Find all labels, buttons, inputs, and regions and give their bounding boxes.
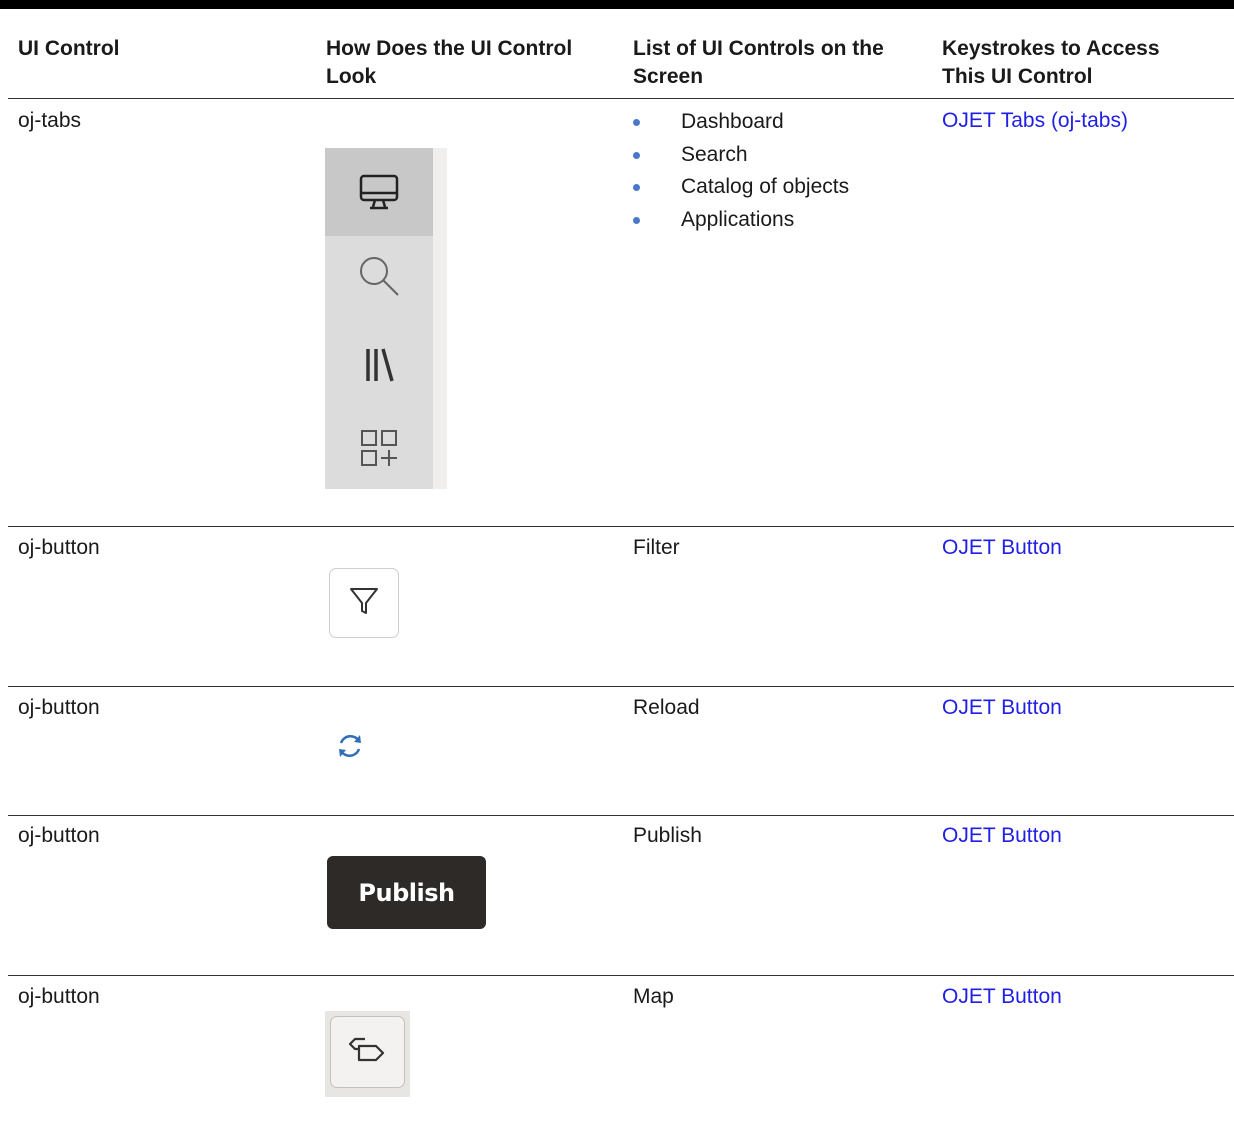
link-ojet-button[interactable]: OJET Button bbox=[942, 694, 1062, 722]
row-divider bbox=[8, 526, 1234, 527]
list-item-publish: Publish bbox=[633, 824, 702, 847]
table-row-control-map: oj-button bbox=[18, 985, 100, 1008]
map-button[interactable] bbox=[330, 1016, 405, 1088]
list-item-map: Map bbox=[633, 985, 674, 1008]
list-item-reload: Reload bbox=[633, 696, 700, 719]
map-icon bbox=[348, 1033, 388, 1072]
link-ojet-button[interactable]: OJET Button bbox=[942, 534, 1062, 562]
list-item: Applications bbox=[633, 204, 849, 237]
list-item: Catalog of objects bbox=[633, 171, 849, 204]
map-button-container bbox=[325, 1011, 410, 1097]
table-row-control-reload: oj-button bbox=[18, 696, 100, 719]
header-how-look: How Does the UI Control Look bbox=[326, 37, 573, 88]
library-icon[interactable] bbox=[325, 330, 433, 400]
table-row-control-publish: oj-button bbox=[18, 824, 100, 847]
reload-icon bbox=[335, 731, 365, 766]
top-border bbox=[0, 0, 1234, 9]
add-grid-icon[interactable] bbox=[325, 413, 433, 483]
header-list-controls: List of UI Controls on the Screen bbox=[633, 37, 884, 88]
row-divider bbox=[8, 815, 1234, 816]
row-divider bbox=[8, 975, 1234, 976]
row-divider bbox=[8, 686, 1234, 687]
monitor-icon[interactable] bbox=[325, 158, 433, 228]
filter-icon bbox=[347, 584, 381, 623]
table-row-control-filter: oj-button bbox=[18, 536, 100, 559]
header-keystrokes: Keystrokes to Access This UI Control bbox=[942, 37, 1160, 88]
publish-button[interactable]: Publish bbox=[327, 856, 486, 929]
list-item: Dashboard bbox=[633, 106, 849, 139]
search-icon[interactable] bbox=[325, 241, 433, 311]
link-ojet-button[interactable]: OJET Button bbox=[942, 983, 1062, 1011]
table-row-control-tabs: oj-tabs bbox=[18, 109, 82, 132]
header-divider bbox=[8, 98, 1234, 99]
header-ui-control: UI Control bbox=[18, 37, 120, 60]
tabs-list: Dashboard Search Catalog of objects Appl… bbox=[633, 106, 849, 236]
list-item: Search bbox=[633, 139, 849, 172]
list-item-filter: Filter bbox=[633, 536, 680, 559]
reload-button[interactable] bbox=[330, 728, 370, 768]
filter-button[interactable] bbox=[329, 568, 399, 638]
link-ojet-button[interactable]: OJET Button bbox=[942, 822, 1062, 850]
tabs-strip bbox=[325, 148, 447, 489]
link-ojet-tabs[interactable]: OJET Tabs (oj-tabs) bbox=[942, 107, 1128, 135]
